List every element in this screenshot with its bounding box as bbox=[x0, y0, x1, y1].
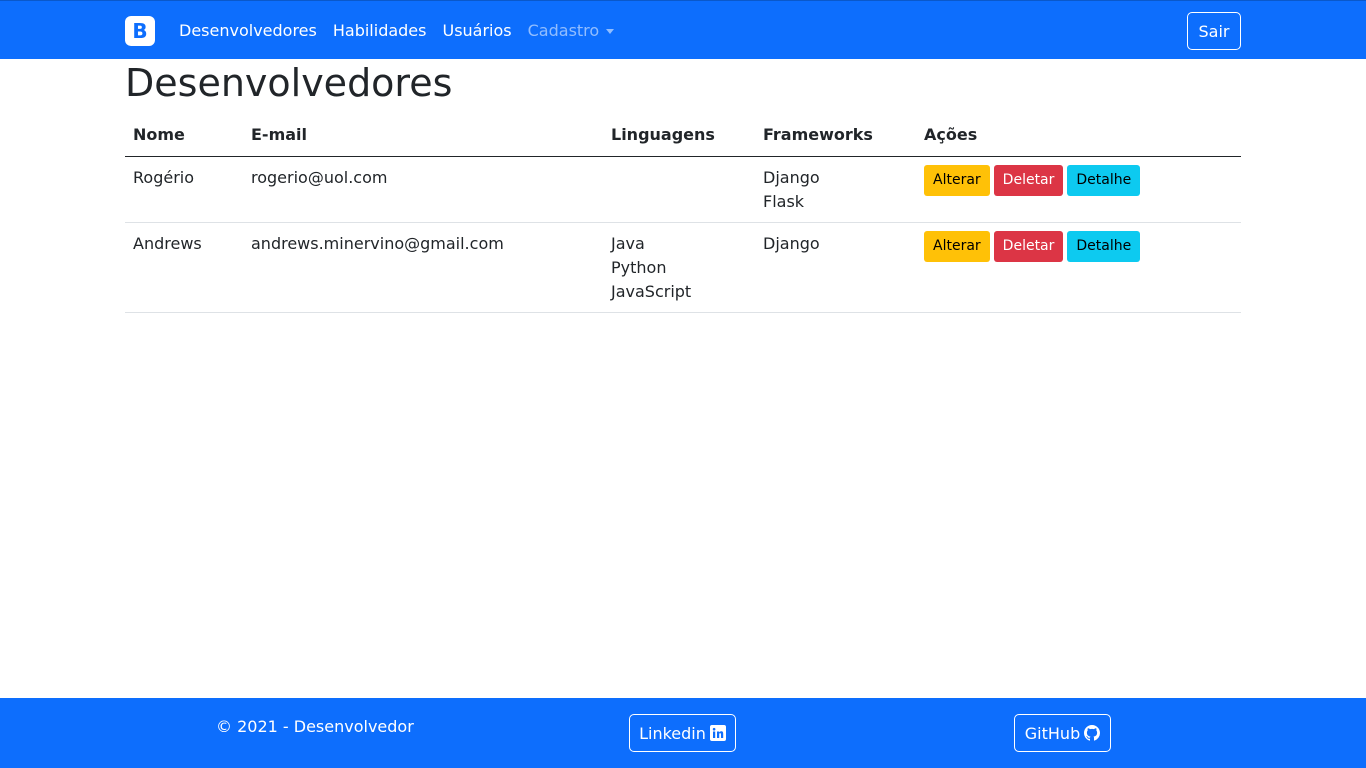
footer: © 2021 - Desenvolvedor Linkedin GitHub bbox=[0, 698, 1366, 768]
copyright-text: © 2021 - Desenvolvedor bbox=[216, 717, 414, 736]
brand-logo[interactable]: B bbox=[125, 16, 155, 46]
nav-dropdown-label: Cadastro bbox=[527, 21, 600, 40]
language-item: Java bbox=[611, 233, 645, 253]
delete-button[interactable]: Deletar bbox=[993, 164, 1064, 196]
table-row: Rogério rogerio@uol.com Django Flask Alt… bbox=[125, 156, 1241, 223]
chevron-down-icon bbox=[606, 28, 615, 34]
column-header-linguagens: Linguagens bbox=[603, 114, 755, 157]
cell-nome: Andrews bbox=[125, 222, 243, 313]
framework-item: Flask bbox=[763, 191, 805, 211]
nav-link-usuarios[interactable]: Usuários bbox=[434, 19, 519, 43]
column-header-frameworks: Frameworks bbox=[755, 114, 916, 157]
linkedin-label: Linkedin bbox=[639, 723, 706, 743]
github-label: GitHub bbox=[1024, 723, 1081, 743]
cell-linguagens: Java Python JavaScript bbox=[603, 222, 755, 313]
table-header-row: Nome E-mail Linguagens Frameworks Ações bbox=[125, 114, 1241, 157]
edit-button[interactable]: Alterar bbox=[924, 230, 990, 262]
detail-button[interactable]: Detalhe bbox=[1067, 230, 1141, 262]
row-actions: Alterar Deletar Detalhe bbox=[924, 164, 1233, 196]
table-row: Andrews andrews.minervino@gmail.com Java… bbox=[125, 222, 1241, 313]
framework-item: Django bbox=[763, 233, 820, 253]
cell-acoes: Alterar Deletar Detalhe bbox=[916, 222, 1241, 313]
cell-nome: Rogério bbox=[125, 156, 243, 223]
linkedin-icon bbox=[709, 725, 726, 741]
nav-link-habilidades[interactable]: Habilidades bbox=[325, 19, 435, 43]
column-header-acoes: Ações bbox=[916, 114, 1241, 157]
cell-acoes: Alterar Deletar Detalhe bbox=[916, 156, 1241, 223]
column-header-nome: Nome bbox=[125, 114, 243, 157]
cell-email: rogerio@uol.com bbox=[243, 156, 603, 223]
developers-table: Nome E-mail Linguagens Frameworks Ações … bbox=[125, 114, 1241, 313]
developers-table-wrap: Nome E-mail Linguagens Frameworks Ações … bbox=[125, 114, 1241, 313]
edit-button[interactable]: Alterar bbox=[924, 164, 990, 196]
github-icon bbox=[1084, 725, 1101, 741]
nav-links: Desenvolvedores Habilidades Usuários Cad… bbox=[171, 19, 622, 43]
language-item: JavaScript bbox=[611, 281, 692, 301]
linkedin-button[interactable]: Linkedin bbox=[629, 714, 736, 752]
page-title: Desenvolvedores bbox=[125, 61, 453, 105]
cell-linguagens bbox=[603, 156, 755, 223]
delete-button[interactable]: Deletar bbox=[993, 230, 1064, 262]
cell-frameworks: Django Flask bbox=[755, 156, 916, 223]
nav-link-desenvolvedores[interactable]: Desenvolvedores bbox=[171, 19, 325, 43]
navbar: B Desenvolvedores Habilidades Usuários C… bbox=[0, 0, 1366, 59]
framework-item: Django bbox=[763, 167, 820, 187]
logout-button[interactable]: Sair bbox=[1187, 12, 1241, 50]
cell-frameworks: Django bbox=[755, 222, 916, 313]
column-header-email: E-mail bbox=[243, 114, 603, 157]
row-actions: Alterar Deletar Detalhe bbox=[924, 230, 1233, 262]
nav-dropdown-cadastro[interactable]: Cadastro bbox=[520, 19, 623, 43]
language-item: Python bbox=[611, 257, 667, 277]
detail-button[interactable]: Detalhe bbox=[1067, 164, 1141, 196]
cell-email: andrews.minervino@gmail.com bbox=[243, 222, 603, 313]
github-button[interactable]: GitHub bbox=[1014, 714, 1111, 752]
